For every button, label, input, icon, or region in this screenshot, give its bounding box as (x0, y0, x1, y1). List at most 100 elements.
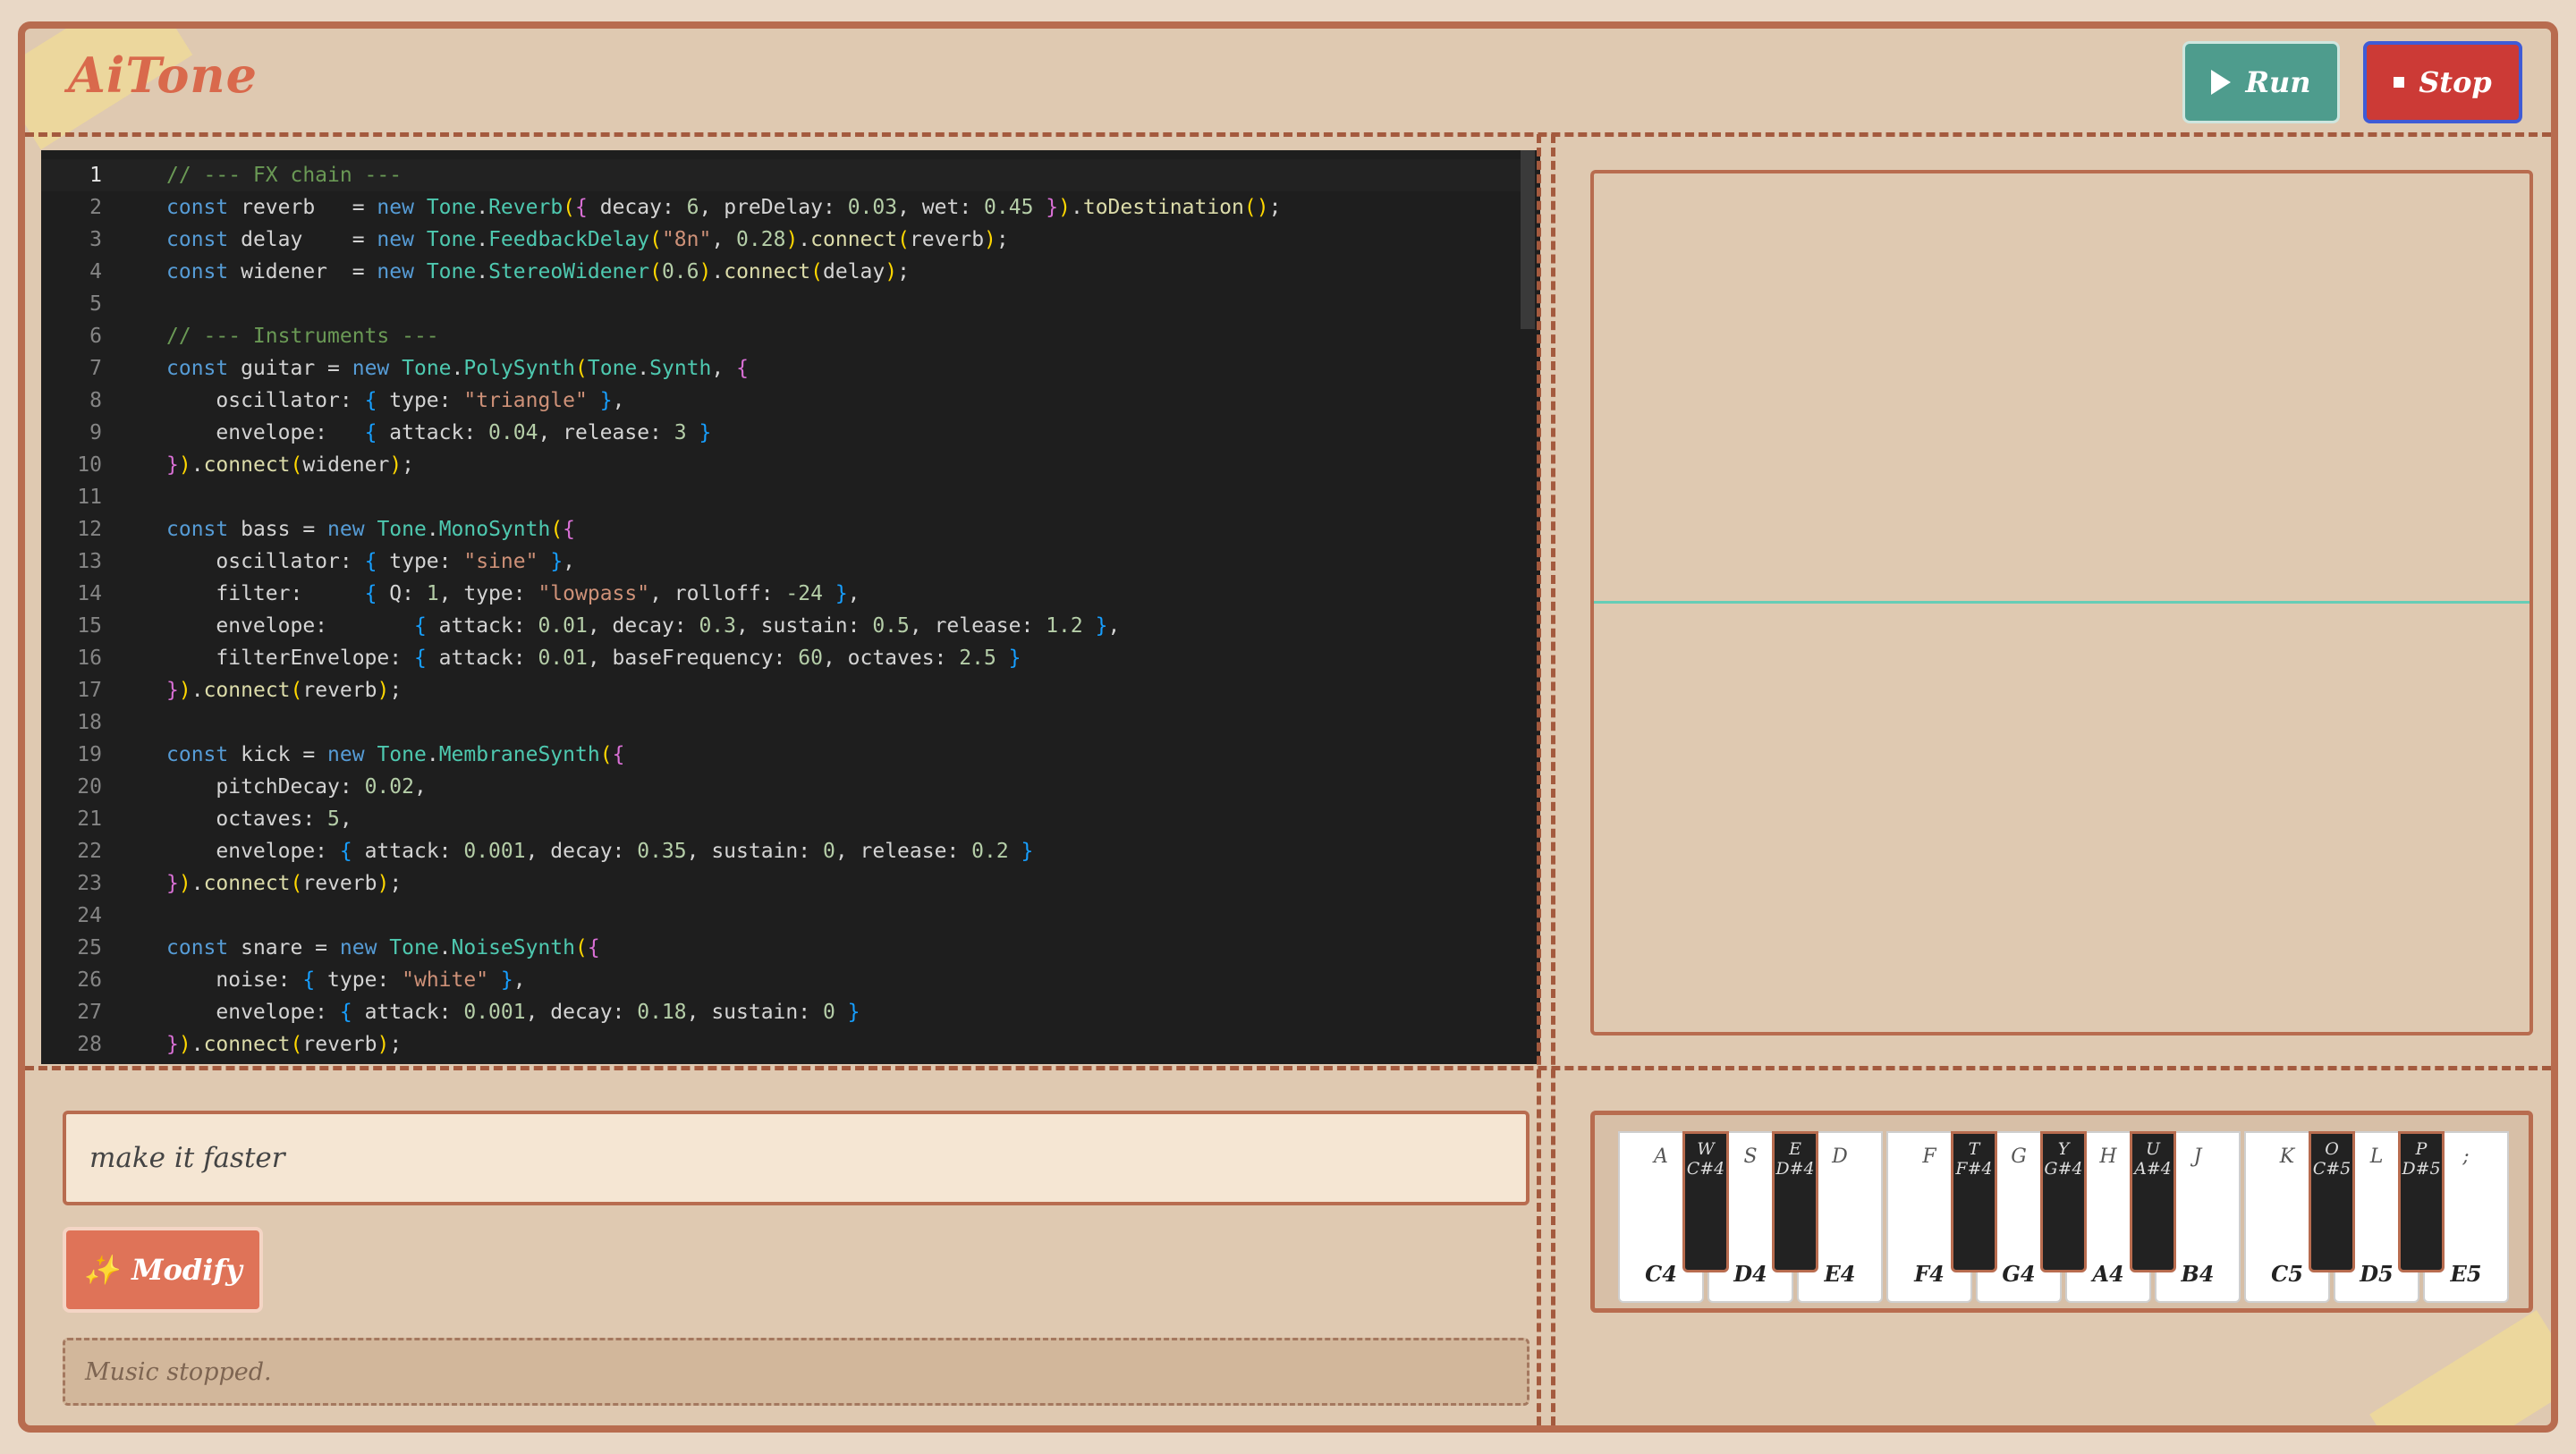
stop-button-label: Stop (2419, 65, 2492, 99)
code-line[interactable]: 21 octaves: 5, (41, 803, 1522, 835)
piano-keyboard: A C4 S D4 D E4 F F4 G G4 H A4 J B4 K C5 L D5; E5 W C#4 E D#4 T F… (1590, 1111, 2533, 1313)
line-number: 7 (89, 357, 102, 380)
line-number: 18 (77, 711, 102, 734)
code-text: }).connect(reverb); (166, 679, 402, 702)
code-line[interactable]: 18 (41, 706, 1522, 739)
app-logo: AiTone (68, 46, 258, 104)
run-button-label: Run (2245, 65, 2311, 99)
code-line[interactable]: 5 (41, 288, 1522, 320)
code-line[interactable]: 20 pitchDecay: 0.02, (41, 771, 1522, 803)
code-editor[interactable]: 1 // --- FX chain --- 2 const reverb = new … (41, 150, 1540, 1064)
note-label: F#4 (1955, 1159, 1993, 1179)
code-line[interactable]: 11 (41, 481, 1522, 513)
note-label: D#5 (2402, 1159, 2441, 1179)
code-line[interactable]: 28 }).connect(reverb); (41, 1028, 1522, 1061)
code-text: const guitar = new Tone.PolySynth(Tone.S… (166, 357, 749, 380)
code-text: octaves: 5, (166, 807, 352, 831)
stop-icon (2394, 77, 2405, 88)
code-text: envelope: { attack: 0.01, decay: 0.3, su… (166, 614, 1121, 638)
black-key[interactable]: O C#5 (2309, 1131, 2355, 1272)
divider (1537, 134, 1546, 1425)
code-line[interactable]: 10}).connect(widener); (41, 449, 1522, 481)
line-number: 26 (77, 968, 102, 992)
black-key[interactable]: T F#4 (1951, 1131, 1997, 1272)
code-line[interactable]: 23}).connect(reverb); (41, 867, 1522, 900)
prompt-input[interactable] (63, 1111, 1530, 1205)
black-key[interactable]: E D#4 (1772, 1131, 1818, 1272)
code-line[interactable]: 13 oscillator: { type: "sine" }, (41, 545, 1522, 578)
line-number: 12 (77, 518, 102, 541)
code-text: filter: { Q: 1, type: "lowpass", rolloff… (166, 582, 860, 605)
code-text: }).connect(reverb); (166, 872, 402, 895)
code-line[interactable]: 17 }).connect(reverb); (41, 674, 1522, 706)
line-number: 24 (77, 904, 102, 927)
code-text: }).connect(reverb); (166, 1033, 402, 1056)
code-text: filterEnvelope: { attack: 0.01, baseFreq… (166, 647, 1021, 670)
modify-button-label: Modify (131, 1253, 242, 1287)
code-line[interactable]: 15 envelope: { attack: 0.01, decay: 0.3,… (41, 610, 1522, 642)
play-icon (2211, 70, 2232, 95)
line-number: 4 (89, 260, 102, 283)
divider (25, 1066, 2551, 1070)
line-number: 20 (77, 775, 102, 799)
code-line[interactable]: 1 // --- FX chain --- (41, 159, 1522, 191)
code-line[interactable]: 3 const delay = new Tone.FeedbackDelay("8… (41, 224, 1522, 256)
black-key[interactable]: P D#5 (2398, 1131, 2445, 1272)
modify-button[interactable]: ✨ Modify (63, 1227, 263, 1313)
app-frame: AiTone Run Stop 1 // --- FX chain --- 2 con… (18, 21, 2558, 1433)
line-number: 13 (77, 550, 102, 573)
line-number: 17 (77, 679, 102, 702)
black-key[interactable]: W C#4 (1682, 1131, 1729, 1272)
code-line[interactable]: 7 const guitar = new Tone.PolySynth(Tone.… (41, 352, 1522, 385)
line-number: 2 (89, 196, 102, 219)
line-number: 8 (89, 389, 102, 412)
code-line[interactable]: 24 (41, 900, 1522, 932)
note-label: A#4 (2134, 1159, 2172, 1179)
divider (1551, 134, 1560, 1425)
line-number: 6 (89, 325, 102, 348)
code-line[interactable]: 8 oscillator: { type: "triangle" }, (41, 385, 1522, 417)
line-number: 14 (77, 582, 102, 605)
key-binding-label: W (1697, 1139, 1715, 1159)
sparkles-icon: ✨ (83, 1253, 120, 1287)
code-line[interactable]: 4 const widener = new Tone.StereoWidener(… (41, 256, 1522, 288)
code-line[interactable]: 19 const kick = new Tone.MembraneSynth({ (41, 739, 1522, 771)
key-binding-label: O (2325, 1139, 2339, 1159)
code-line[interactable]: 26 noise: { type: "white" }, (41, 964, 1522, 996)
code-line[interactable]: 25 const snare = new Tone.NoiseSynth({ (41, 932, 1522, 964)
line-number: 5 (89, 292, 102, 316)
code-line[interactable]: 27 envelope: { attack: 0.001, decay: 0.1… (41, 996, 1522, 1028)
code-line[interactable]: 14 filter: { Q: 1, type: "lowpass", roll… (41, 578, 1522, 610)
code-line[interactable]: 12 const bass = new Tone.MonoSynth({ (41, 513, 1522, 545)
line-number: 15 (77, 614, 102, 638)
stop-button[interactable]: Stop (2363, 41, 2522, 123)
line-number: 3 (89, 228, 102, 251)
black-key[interactable]: Y G#4 (2040, 1131, 2087, 1272)
code-line[interactable]: 22 envelope: { attack: 0.001, decay: 0.3… (41, 835, 1522, 867)
line-number: 27 (77, 1001, 102, 1024)
line-number: 10 (77, 453, 102, 477)
black-key[interactable]: U A#4 (2130, 1131, 2176, 1272)
code-line[interactable]: 2 const reverb = new Tone.Reverb({ decay:… (41, 191, 1522, 224)
code-lines[interactable]: 1 // --- FX chain --- 2 const reverb = new … (41, 159, 1522, 1061)
code-text: oscillator: { type: "sine" }, (166, 550, 576, 573)
line-number: 1 (89, 164, 102, 187)
line-number: 11 (77, 486, 102, 509)
line-number: 9 (89, 421, 102, 444)
code-text: pitchDecay: 0.02, (166, 775, 427, 799)
note-label: C#4 (1686, 1159, 1725, 1179)
code-line[interactable]: 9 envelope: { attack: 0.04, release: 3 } (41, 417, 1522, 449)
code-line[interactable]: 6 // --- Instruments --- (41, 320, 1522, 352)
key-binding-label: E (1789, 1139, 1801, 1159)
editor-scrollbar[interactable] (1521, 150, 1535, 329)
waveform-visualizer (1590, 170, 2533, 1036)
run-button[interactable]: Run (2182, 41, 2340, 123)
note-label: D#4 (1775, 1159, 1815, 1179)
line-number: 25 (77, 936, 102, 959)
line-number: 22 (77, 840, 102, 863)
key-binding-label: Y (2057, 1139, 2070, 1159)
code-text: oscillator: { type: "triangle" }, (166, 389, 625, 412)
code-line[interactable]: 16 filterEnvelope: { attack: 0.01, baseF… (41, 642, 1522, 674)
line-number: 28 (77, 1033, 102, 1056)
key-binding-label: U (2145, 1139, 2160, 1159)
